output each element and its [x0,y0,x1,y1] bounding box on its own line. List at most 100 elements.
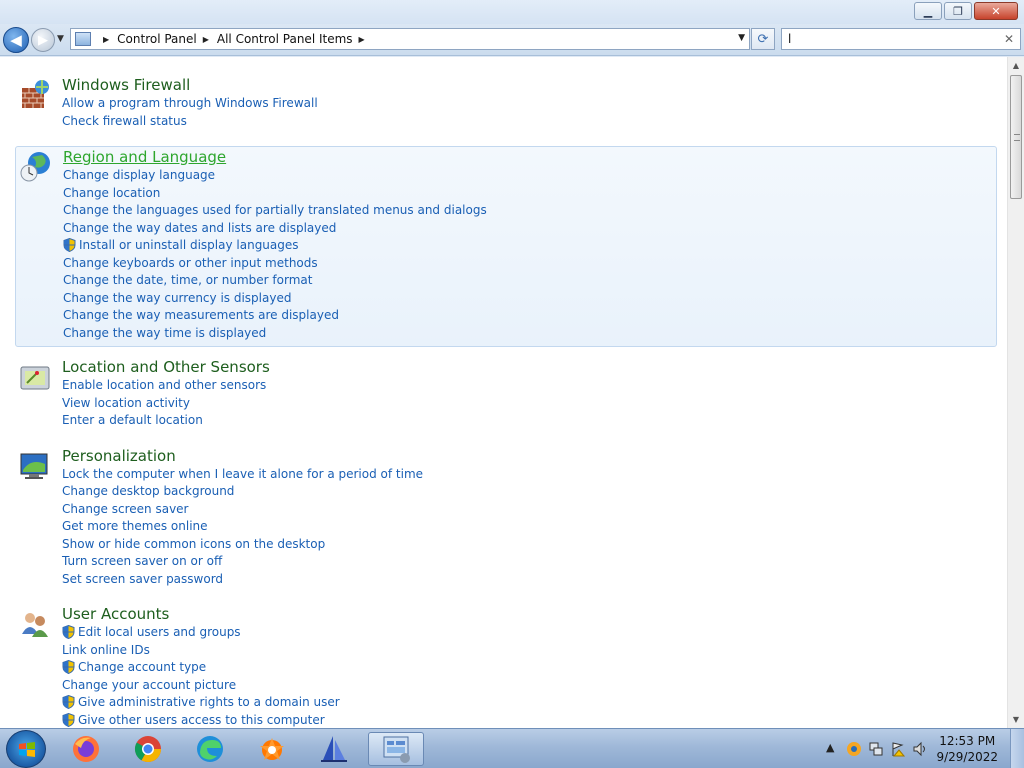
task-link[interactable]: Give other users access to this computer [62,712,325,727]
breadcrumb-all-items[interactable]: All Control Panel Items [217,32,353,46]
back-button[interactable]: ◀ [3,27,29,53]
personalization-icon[interactable] [19,450,51,482]
task-link[interactable]: Install or uninstall display languages [63,238,299,252]
task-link-label: Get more themes online [62,519,208,533]
task-link[interactable]: Change your account picture [62,678,236,692]
uac-shield-icon [62,712,75,727]
category-personalization: Personalization Lock the computer when I … [15,446,997,595]
task-link[interactable]: Change the languages used for partially … [63,203,487,217]
control-panel-icon[interactable] [368,732,424,766]
breadcrumb-chevron-icon[interactable]: ▶ [203,35,209,44]
task-link-label: Change desktop background [62,484,235,498]
breadcrumb: ▶ Control Panel ▶ All Control Panel Item… [97,32,373,46]
task-link[interactable]: Link online IDs [62,643,150,657]
category-title[interactable]: Windows Firewall [62,76,190,94]
control-panel-content: Windows Firewall Allow a program through … [0,57,1007,728]
task-link-label: Give other users access to this computer [78,712,325,727]
task-link[interactable]: Change account type [62,660,206,674]
task-link-label: Change location [63,185,161,200]
taskbar: ▲ 12:53 PM 9/29/2022 [0,728,1024,768]
task-link-label: Change the languages used for partially … [63,203,487,217]
restore-button[interactable]: ❐ [944,2,972,20]
show-hidden-icons-button[interactable]: ▲ [826,741,834,754]
scrollbar-thumb[interactable] [1010,75,1022,199]
network-icon[interactable] [868,741,884,757]
task-link-label: Change display language [63,168,216,182]
task-link[interactable]: Give administrative rights to a domain u… [62,695,340,709]
recent-pages-dropdown[interactable]: ▼ [57,34,64,44]
scroll-up-icon[interactable]: ▲ [1008,57,1024,74]
avast-icon[interactable] [244,732,300,766]
action-center-flag-icon[interactable] [890,741,906,757]
task-link-label: Change the way measurements are displaye… [63,308,339,322]
breadcrumb-chevron-icon[interactable]: ▶ [359,35,365,44]
minimize-button[interactable]: ▁ [914,2,942,20]
clock-date: 9/29/2022 [936,750,998,764]
breadcrumb-chevron-icon[interactable]: ▶ [103,35,109,44]
firefox-icon[interactable] [58,732,114,766]
category-title[interactable]: Location and Other Sensors [62,358,270,376]
task-link-label: Change screen saver [62,501,189,516]
show-desktop-button[interactable] [1010,729,1024,768]
task-link[interactable]: Change display language [63,168,215,182]
task-link[interactable]: Change the way measurements are displaye… [63,308,339,322]
task-link[interactable]: Change the way time is displayed [63,326,266,340]
task-link[interactable]: Turn screen saver on or off [62,554,222,568]
address-dropdown-icon[interactable]: ▼ [738,33,745,43]
task-link[interactable]: Change keyboards or other input methods [63,256,318,270]
task-link[interactable]: Change location [63,186,160,200]
task-link[interactable]: Get more themes online [62,519,208,533]
address-bar[interactable]: ▶ Control Panel ▶ All Control Panel Item… [70,28,750,50]
uac-shield-icon [63,238,76,252]
task-link[interactable]: Show or hide common icons on the desktop [62,537,325,551]
search-clear-icon[interactable]: ✕ [1004,32,1014,46]
sensors-icon[interactable] [19,361,51,393]
task-link[interactable]: Edit local users and groups [62,625,241,639]
region-globe-icon[interactable] [20,151,52,183]
category-title[interactable]: Personalization [62,447,176,465]
category-title[interactable]: User Accounts [62,605,169,623]
task-link[interactable]: Change desktop background [62,484,234,498]
notification-area: ▲ 12:53 PM 9/29/2022 [814,729,1024,768]
task-link[interactable]: Change the way currency is displayed [63,291,291,305]
task-link[interactable]: Check firewall status [62,114,187,128]
refresh-icon: ⟳ [757,31,769,47]
scroll-down-icon[interactable]: ▼ [1008,711,1024,728]
task-link[interactable]: View location activity [62,396,190,410]
task-link-label: Enter a default location [62,413,203,427]
task-link-label: Change the way currency is displayed [63,290,292,305]
task-link[interactable]: Change the date, time, or number format [63,273,312,287]
task-link-label: Show or hide common icons on the desktop [62,536,326,551]
vertical-scrollbar[interactable]: ▲ ▼ [1007,57,1024,728]
firewall-icon[interactable] [19,79,51,111]
uac-shield-icon [62,695,75,709]
task-link[interactable]: Lock the computer when I leave it alone … [62,467,423,481]
chrome-icon[interactable] [120,732,176,766]
task-link[interactable]: Change screen saver [62,502,189,516]
task-link[interactable]: Enable location and other sensors [62,378,266,392]
volume-icon[interactable] [912,741,928,757]
sail-app-icon[interactable] [306,732,362,766]
start-button[interactable] [6,730,46,768]
task-link-label: Change the way time is displayed [63,325,267,340]
task-link[interactable]: Set screen saver password [62,572,223,586]
refresh-button[interactable]: ⟳ [751,28,775,50]
task-link-label: Edit local users and groups [78,625,241,639]
security-tray-icon[interactable] [846,741,862,757]
edge-icon[interactable] [182,732,238,766]
forward-button[interactable]: ▶ [31,28,55,52]
task-link[interactable]: Allow a program through Windows Firewall [62,96,318,110]
breadcrumb-control-panel[interactable]: Control Panel [117,32,197,46]
system-clock[interactable]: 12:53 PM 9/29/2022 [936,733,998,765]
search-input[interactable]: l ✕ [781,28,1021,50]
close-button[interactable]: ✕ [974,2,1018,20]
clock-time: 12:53 PM [939,734,996,748]
task-link[interactable]: Change the way dates and lists are displ… [63,221,336,235]
search-input-value: l [788,32,792,46]
category-title[interactable]: Region and Language [63,148,226,166]
task-link-label: Lock the computer when I leave it alone … [62,466,424,481]
user-accounts-icon[interactable] [19,608,51,640]
category-region-and-language: Region and Language Change display langua… [15,146,997,347]
category-user-accounts: User Accounts Edit local users and groups… [15,604,997,728]
task-link[interactable]: Enter a default location [62,413,203,427]
